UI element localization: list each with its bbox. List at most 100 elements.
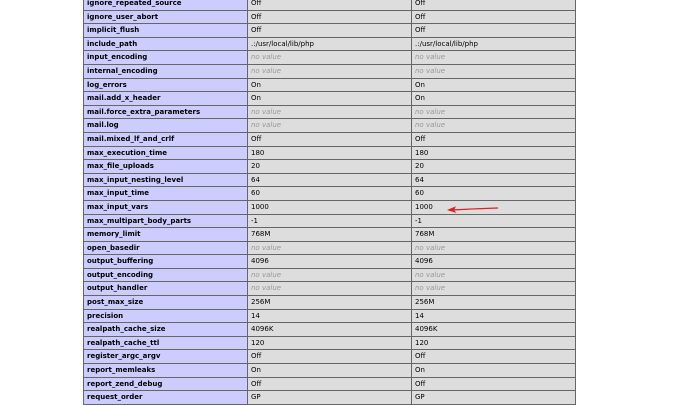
local-value-cell: On	[247, 77, 412, 93]
table-row: max_input_time 60 60	[83, 186, 576, 201]
directive-name-cell: max_file_uploads	[83, 159, 248, 174]
local-value-cell: 60	[247, 186, 412, 201]
table-row: output_handler no value no value	[83, 281, 576, 297]
table-row: output_buffering 4096 4096	[83, 254, 576, 269]
local-value-cell: -1	[247, 213, 412, 229]
directive-name-cell: max_multipart_body_parts	[83, 213, 248, 229]
red-arrow-icon	[447, 206, 499, 213]
master-value-cell: no value	[411, 281, 576, 297]
master-value-cell: no value	[411, 267, 576, 283]
local-value-cell: 1000	[247, 199, 412, 215]
php-config-table-wrapper: ignore_repeated_source Off Off ignore_user_…	[83, 0, 576, 405]
directive-name-cell: max_input_vars	[83, 199, 248, 215]
table-row: ignore_user_abort Off Off	[83, 9, 576, 25]
table-row: max_input_nesting_level 64 64	[83, 172, 576, 188]
table-row: precision 14 14	[83, 308, 576, 324]
table-row: report_zend_debug Off Off	[83, 376, 576, 392]
table-row: realpath_cache_ttl 120 120	[83, 335, 576, 351]
master-value-cell: 60	[411, 186, 576, 201]
master-value-cell: no value	[411, 50, 576, 65]
master-value-cell: 14	[411, 308, 576, 324]
table-row: realpath_cache_size 4096K 4096K	[83, 322, 576, 337]
directive-name-cell: precision	[83, 308, 248, 324]
directive-name-cell: ignore_repeated_source	[83, 0, 248, 11]
directive-name-cell: mail.force_extra_parameters	[83, 104, 248, 120]
directive-name-cell: realpath_cache_ttl	[83, 335, 248, 351]
master-value-cell: Off	[411, 131, 576, 147]
local-value-cell: Off	[247, 376, 412, 392]
master-value-cell: Off	[411, 9, 576, 25]
directive-name-cell: mail.add_x_header	[83, 91, 248, 106]
master-value-cell: .:/usr/local/lib/php	[411, 36, 576, 52]
table-row: output_encoding no value no value	[83, 267, 576, 283]
local-value-cell: no value	[247, 281, 412, 297]
table-row: log_errors On On	[83, 77, 576, 93]
master-value-cell: On	[411, 363, 576, 378]
directive-name-cell: internal_encoding	[83, 63, 248, 79]
table-row: max_file_uploads 20 20	[83, 159, 576, 174]
php-config-table: ignore_repeated_source Off Off ignore_user_…	[83, 0, 576, 405]
table-row: mail.mixed_lf_and_crlf Off Off	[83, 131, 576, 147]
table-row: open_basedir no value no value	[83, 240, 576, 256]
local-value-cell: 768M	[247, 227, 412, 242]
table-row: max_multipart_body_parts -1 -1	[83, 213, 576, 229]
local-value-cell: On	[247, 91, 412, 106]
local-value-cell: 256M	[247, 295, 412, 310]
directive-name-cell: max_input_time	[83, 186, 248, 201]
local-value-cell: 64	[247, 172, 412, 188]
table-row: include_path .:/usr/local/lib/php .:/usr/l…	[83, 36, 576, 52]
master-value-cell: GP	[411, 390, 576, 405]
local-value-cell: 4096K	[247, 322, 412, 337]
table-row: memory_limit 768M 768M	[83, 227, 576, 242]
directive-name-cell: request_order	[83, 390, 248, 405]
master-value-cell: Off	[411, 376, 576, 392]
directive-name-cell: open_basedir	[83, 240, 248, 256]
local-value-cell: Off	[247, 131, 412, 147]
local-value-cell: Off	[247, 349, 412, 365]
master-value-cell: Off	[411, 349, 576, 365]
directive-name-cell: max_input_nesting_level	[83, 172, 248, 188]
local-value-cell: no value	[247, 118, 412, 133]
table-row: max_execution_time 180 180	[83, 145, 576, 161]
master-value-cell: -1	[411, 213, 576, 229]
local-value-cell: Off	[247, 9, 412, 25]
directive-name-cell: output_encoding	[83, 267, 248, 283]
table-row: register_argc_argv Off Off	[83, 349, 576, 365]
local-value-cell: 120	[247, 335, 412, 351]
directive-name-cell: log_errors	[83, 77, 248, 93]
local-value-cell: no value	[247, 267, 412, 283]
master-value-cell: Off	[411, 23, 576, 38]
local-value-cell: 4096	[247, 254, 412, 269]
local-value-cell: 20	[247, 159, 412, 174]
directive-name-cell: input_encoding	[83, 50, 248, 65]
directive-name-cell: memory_limit	[83, 227, 248, 242]
local-value-cell: GP	[247, 390, 412, 405]
local-value-cell: Off	[247, 23, 412, 38]
directive-name-cell: implicit_flush	[83, 23, 248, 38]
master-value-cell: 256M	[411, 295, 576, 310]
directive-name-cell: post_max_size	[83, 295, 248, 310]
master-value-cell: no value	[411, 63, 576, 79]
master-value-cell: Off	[411, 0, 576, 11]
table-row: input_encoding no value no value	[83, 50, 576, 65]
local-value-cell: 180	[247, 145, 412, 161]
directive-name-cell: output_handler	[83, 281, 248, 297]
directive-name-cell: mail.log	[83, 118, 248, 133]
local-value-cell: no value	[247, 50, 412, 65]
table-row: internal_encoding no value no value	[83, 63, 576, 79]
table-row: request_order GP GP	[83, 390, 576, 405]
local-value-cell: .:/usr/local/lib/php	[247, 36, 412, 52]
directive-name-cell: register_argc_argv	[83, 349, 248, 365]
table-row: report_memleaks On On	[83, 363, 576, 378]
local-value-cell: no value	[247, 240, 412, 256]
table-row: mail.force_extra_parameters no value no va…	[83, 104, 576, 120]
directive-name-cell: output_buffering	[83, 254, 248, 269]
local-value-cell: 14	[247, 308, 412, 324]
directive-name-cell: report_zend_debug	[83, 376, 248, 392]
master-value-cell: 120	[411, 335, 576, 351]
master-value-cell: On	[411, 91, 576, 106]
directive-name-cell: report_memleaks	[83, 363, 248, 378]
directive-name-cell: max_execution_time	[83, 145, 248, 161]
master-value-cell: 4096K	[411, 322, 576, 337]
table-row: ignore_repeated_source Off Off	[83, 0, 576, 11]
